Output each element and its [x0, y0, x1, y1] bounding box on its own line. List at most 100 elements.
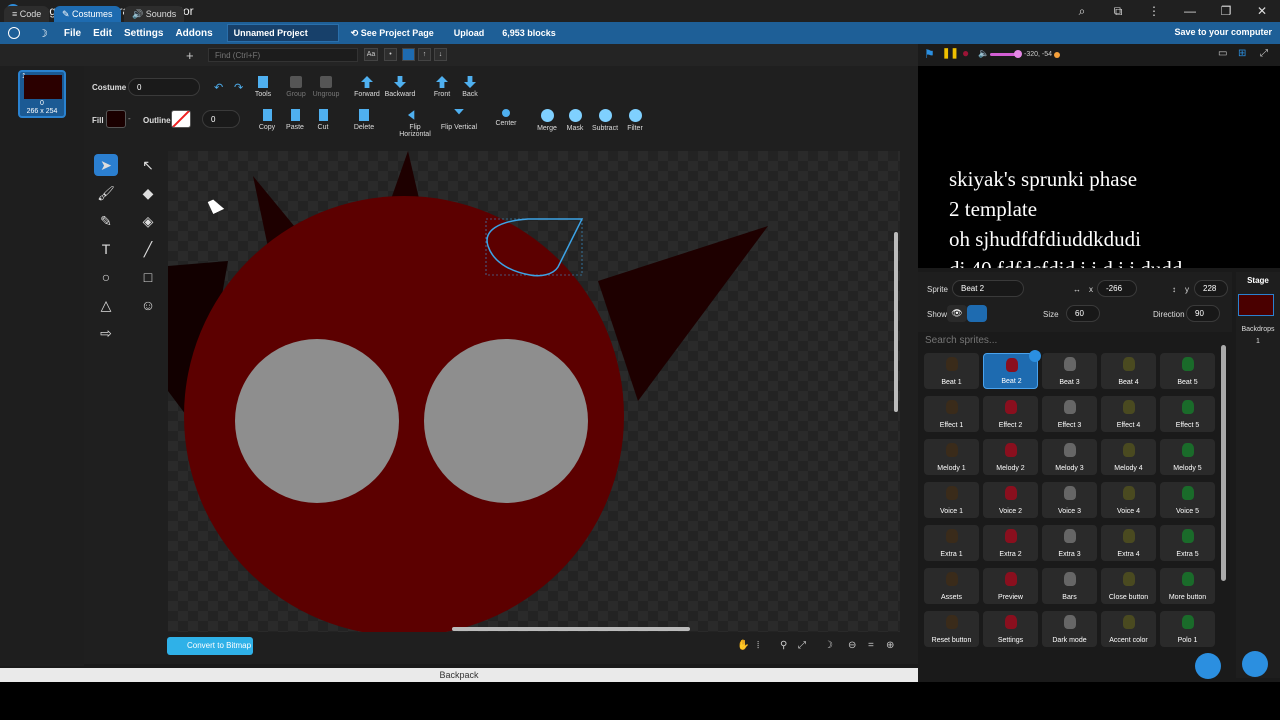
show-hidden-button[interactable]	[967, 305, 987, 322]
search-icon[interactable]: ⌕	[1064, 4, 1100, 19]
backward-button[interactable]: Backward	[383, 76, 417, 98]
brush-tool-icon[interactable]: 🖌	[94, 182, 118, 204]
text-tool-icon[interactable]: T	[94, 238, 118, 260]
eraser-tool-icon[interactable]: ◆	[136, 182, 160, 204]
sprite-tile[interactable]: Preview	[983, 568, 1038, 604]
show-visible-button[interactable]: 👁	[947, 305, 967, 322]
menu-file[interactable]: File	[64, 28, 81, 39]
mask-button[interactable]: Mask	[558, 109, 592, 132]
normal-stage-button[interactable]: ⊞	[1238, 48, 1246, 59]
search-sprites-input[interactable]	[920, 333, 1220, 347]
sprite-tile[interactable]: Extra 3	[1042, 525, 1097, 561]
sprite-tile[interactable]: Melody 5	[1160, 439, 1215, 475]
forward-button[interactable]: Forward	[350, 76, 384, 98]
find-prev-button[interactable]: ↑	[418, 48, 431, 61]
sprite-tile[interactable]: Close button	[1101, 568, 1156, 604]
see-project-page-button[interactable]: ⟲ See Project Page	[351, 28, 434, 39]
redo-button[interactable]: ↷	[234, 81, 243, 94]
x-input[interactable]: -266	[1097, 280, 1137, 297]
pen-tool-icon[interactable]: ✎	[94, 210, 118, 232]
sprite-tile[interactable]: Beat 4	[1101, 353, 1156, 389]
tab-costumes[interactable]: ✎ Costumes	[54, 6, 121, 22]
size-input[interactable]: 60	[1066, 305, 1100, 322]
arrow-tool-icon[interactable]: ⇨	[94, 322, 118, 344]
close-window-button[interactable]: ✕	[1244, 4, 1280, 18]
sprite-tile[interactable]: Extra 1	[924, 525, 979, 561]
find-input[interactable]	[208, 48, 358, 62]
more-icon[interactable]: ⋮	[1136, 4, 1172, 18]
fullscreen-button[interactable]: ⤢	[1260, 48, 1268, 59]
project-title-input[interactable]: Unnamed Project	[226, 24, 339, 42]
outline-width-input[interactable]: 0	[202, 110, 240, 128]
sprite-tile[interactable]: More button	[1160, 568, 1215, 604]
delete-button[interactable]: Delete	[347, 109, 381, 131]
upload-button[interactable]: Upload	[454, 28, 485, 38]
circle-tool-icon[interactable]: ○	[94, 266, 118, 288]
stop-icon[interactable]: ●	[962, 46, 969, 60]
sprite-name-input[interactable]: Beat 2	[952, 280, 1024, 297]
costume-item[interactable]: 1 0 266 x 254	[18, 70, 66, 118]
convert-to-bitmap-button[interactable]: Convert to Bitmap	[167, 637, 253, 655]
sprite-tile[interactable]: Dark mode	[1042, 611, 1097, 647]
delete-sprite-icon[interactable]	[1029, 350, 1041, 362]
sprite-tile[interactable]: Melody 1	[924, 439, 979, 475]
zoom-in-icon[interactable]: ⊕	[886, 640, 894, 651]
sprite-tile[interactable]: Extra 2	[983, 525, 1038, 561]
sprite-grid-scrollbar[interactable]	[1221, 345, 1226, 581]
sticker-tool-icon[interactable]: ☺	[136, 294, 160, 316]
sprite-tile[interactable]: Beat 3	[1042, 353, 1097, 389]
pause-icon[interactable]: ❚❚	[942, 48, 959, 59]
stage-target-panel[interactable]: Stage Backdrops 1	[1236, 272, 1280, 678]
sprite-tile[interactable]: Beat 1	[924, 353, 979, 389]
line-tool-icon[interactable]: ╱	[136, 238, 160, 260]
center-button[interactable]: Center	[489, 109, 523, 127]
sprite-tile[interactable]: Voice 3	[1042, 482, 1097, 518]
add-tab-button[interactable]: +	[186, 48, 194, 63]
small-stage-button[interactable]: ▭	[1218, 48, 1227, 59]
sprite-tile[interactable]: Voice 2	[983, 482, 1038, 518]
add-sprite-button[interactable]	[1195, 653, 1221, 679]
stage-canvas[interactable]: skiyak's sprunki phase 2 template oh sjh…	[918, 66, 1280, 268]
backpack-bar[interactable]: Backpack	[0, 668, 918, 682]
sprite-tile[interactable]: Beat 2	[983, 350, 1041, 389]
sprite-tile[interactable]: Extra 5	[1160, 525, 1215, 561]
sprite-tile[interactable]: Effect 5	[1160, 396, 1215, 432]
back-button[interactable]: Back	[453, 76, 487, 98]
costume-name-input[interactable]: 0	[128, 78, 200, 96]
fit-icon[interactable]: ⤢	[798, 640, 806, 651]
rectangle-tool-icon[interactable]: □	[136, 266, 160, 288]
cut-button[interactable]: Cut	[306, 109, 340, 131]
select-tool-icon[interactable]: ➤	[94, 154, 118, 176]
outline-color-swatch[interactable]	[171, 110, 191, 128]
canvas-vertical-scrollbar[interactable]	[894, 232, 898, 412]
zoom-out-icon[interactable]: ⊖	[848, 640, 856, 651]
canvas-horizontal-scrollbar[interactable]	[452, 627, 690, 631]
sprite-tile[interactable]: Effect 4	[1101, 396, 1156, 432]
magnet-icon[interactable]: ⚲	[780, 640, 787, 651]
sprite-tile[interactable]: Settings	[983, 611, 1038, 647]
fill-dropdown-icon[interactable]: -	[128, 114, 131, 123]
triangle-tool-icon[interactable]: △	[94, 294, 118, 316]
sprite-tile[interactable]: Voice 4	[1101, 482, 1156, 518]
match-case-button[interactable]: Aa	[364, 48, 378, 61]
globe-icon[interactable]	[8, 27, 20, 39]
zoom-reset-icon[interactable]: =	[868, 640, 874, 651]
sprite-tile[interactable]: Accent color	[1101, 611, 1156, 647]
sprite-tile[interactable]: Reset button	[924, 611, 979, 647]
sprite-tile[interactable]: Melody 2	[983, 439, 1038, 475]
green-flag-icon[interactable]: ⚑	[924, 47, 935, 61]
flip-horizontal-button[interactable]: Flip Horizontal	[393, 109, 437, 138]
group-button[interactable]: Group	[279, 76, 313, 98]
save-to-computer-button[interactable]: Save to your computer	[1174, 27, 1272, 37]
regex-button[interactable]: •	[384, 48, 397, 61]
ungroup-button[interactable]: Ungroup	[309, 76, 343, 98]
dark-canvas-icon[interactable]: ☽	[824, 640, 833, 651]
tools-button[interactable]: Tools	[246, 76, 280, 98]
tab-code[interactable]: ≡ Code	[4, 6, 50, 22]
sprite-tile[interactable]: Effect 2	[983, 396, 1038, 432]
sprite-tile[interactable]: Extra 4	[1101, 525, 1156, 561]
find-next-button[interactable]: ↓	[434, 48, 447, 61]
maximize-button[interactable]: ❐	[1208, 4, 1244, 18]
hand-tool-icon[interactable]: ✋	[737, 640, 749, 651]
menu-addons[interactable]: Addons	[175, 28, 212, 39]
